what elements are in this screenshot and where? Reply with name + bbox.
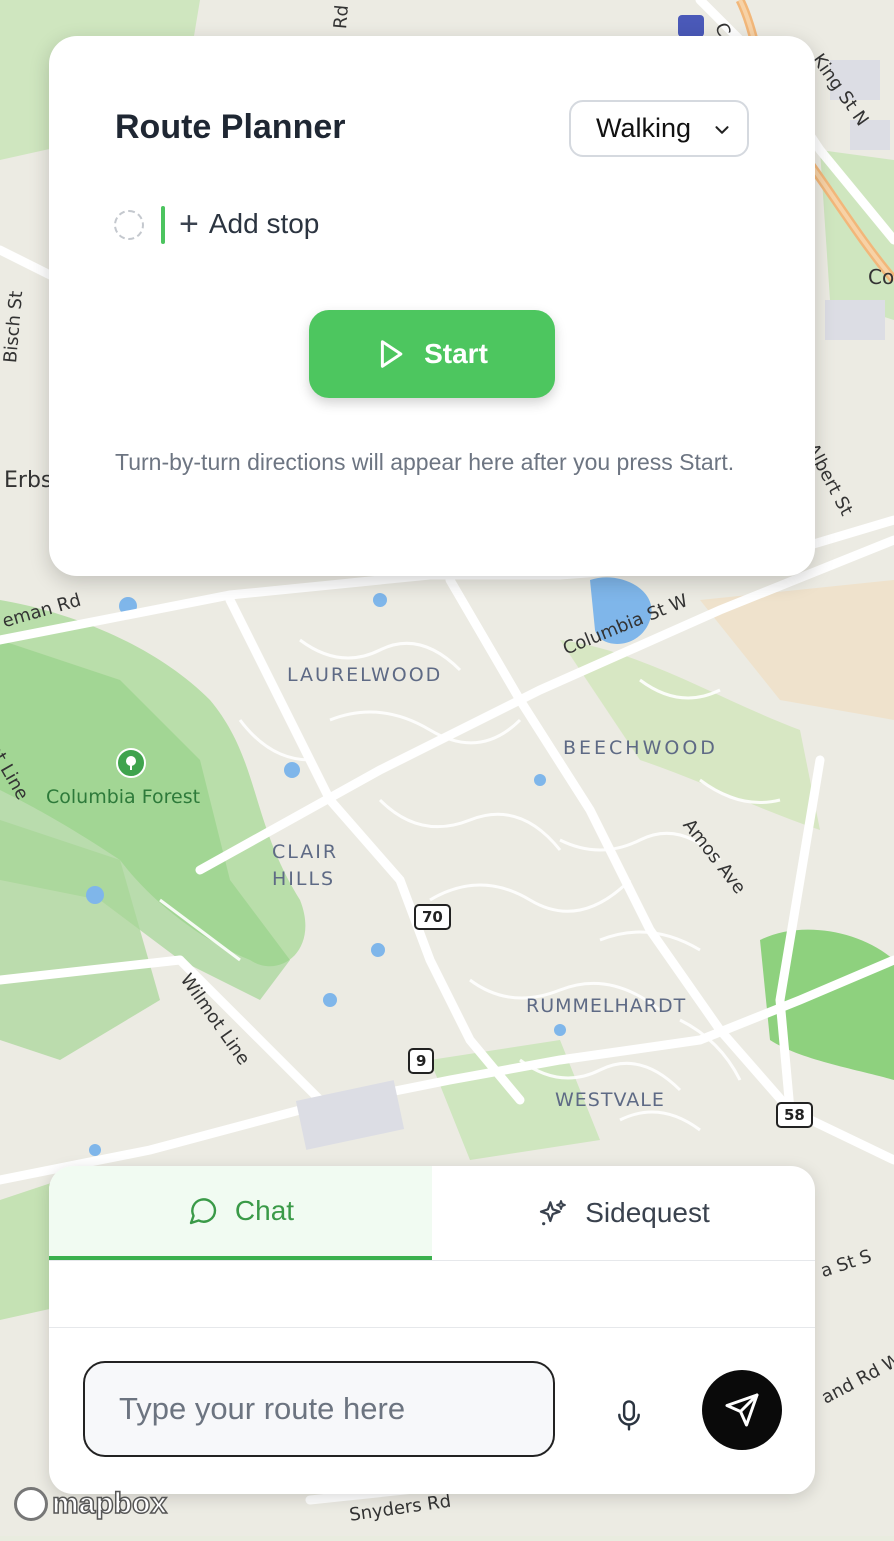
- tab-sidequest-label: Sidequest: [585, 1197, 710, 1228]
- message-area: [49, 1261, 815, 1328]
- mapbox-logo-icon: [14, 1487, 48, 1521]
- neighbourhood-label: RUMMELHARDT: [526, 995, 687, 1017]
- stop-connector: [161, 206, 165, 244]
- chat-bubble-icon: [189, 1198, 217, 1225]
- microphone-button[interactable]: [604, 1391, 654, 1441]
- highway-shield: 9: [408, 1048, 435, 1074]
- road-label: Co: [868, 265, 894, 289]
- add-stop-button[interactable]: + Add stop: [179, 205, 320, 243]
- neighbourhood-label: WESTVALE: [555, 1089, 665, 1111]
- mapbox-wordmark: mapbox: [51, 1486, 168, 1521]
- park-label: Columbia Forest: [46, 786, 201, 808]
- start-label: Start: [424, 338, 488, 369]
- planner-title: Route Planner: [115, 108, 346, 146]
- directions-hint: Turn-by-turn directions will appear here…: [115, 449, 735, 475]
- tab-chat[interactable]: Chat: [49, 1166, 432, 1260]
- neighbourhood-label: HILLS: [272, 868, 336, 890]
- neighbourhood-label: BEECHWOOD: [563, 737, 718, 759]
- travel-mode-value: Walking: [596, 113, 692, 143]
- plus-icon: +: [179, 205, 199, 243]
- neighbourhood-label: CLAIR: [272, 841, 339, 863]
- add-stop-label: Add stop: [208, 208, 320, 239]
- route-planner-card: Route Planner Walking + Add stop Start T…: [49, 36, 815, 576]
- sparkles-icon: [540, 1200, 567, 1226]
- chevron-down-icon: [715, 126, 729, 134]
- tab-chat-label: Chat: [234, 1195, 295, 1226]
- neighbourhood-label: LAURELWOOD: [287, 664, 443, 686]
- microphone-icon: [618, 1400, 640, 1431]
- send-icon: [725, 1393, 759, 1427]
- send-button[interactable]: [702, 1370, 782, 1450]
- tab-bar: Chat Sidequest: [49, 1166, 815, 1261]
- tab-sidequest[interactable]: Sidequest: [432, 1166, 815, 1260]
- road-label: Erbs: [4, 468, 53, 493]
- highway-shield: 58: [776, 1102, 813, 1128]
- play-icon: [381, 340, 403, 368]
- travel-mode-select[interactable]: Walking: [569, 100, 749, 157]
- park-tree-icon: [116, 748, 146, 778]
- road-label: Rd: [330, 4, 354, 30]
- mapbox-logo[interactable]: mapbox: [14, 1486, 168, 1521]
- chat-panel: Chat Sidequest: [49, 1166, 815, 1494]
- route-input[interactable]: [83, 1361, 555, 1457]
- highway-shield: 70: [414, 904, 451, 930]
- start-button[interactable]: Start: [309, 310, 555, 398]
- stop-marker-icon: [114, 210, 144, 240]
